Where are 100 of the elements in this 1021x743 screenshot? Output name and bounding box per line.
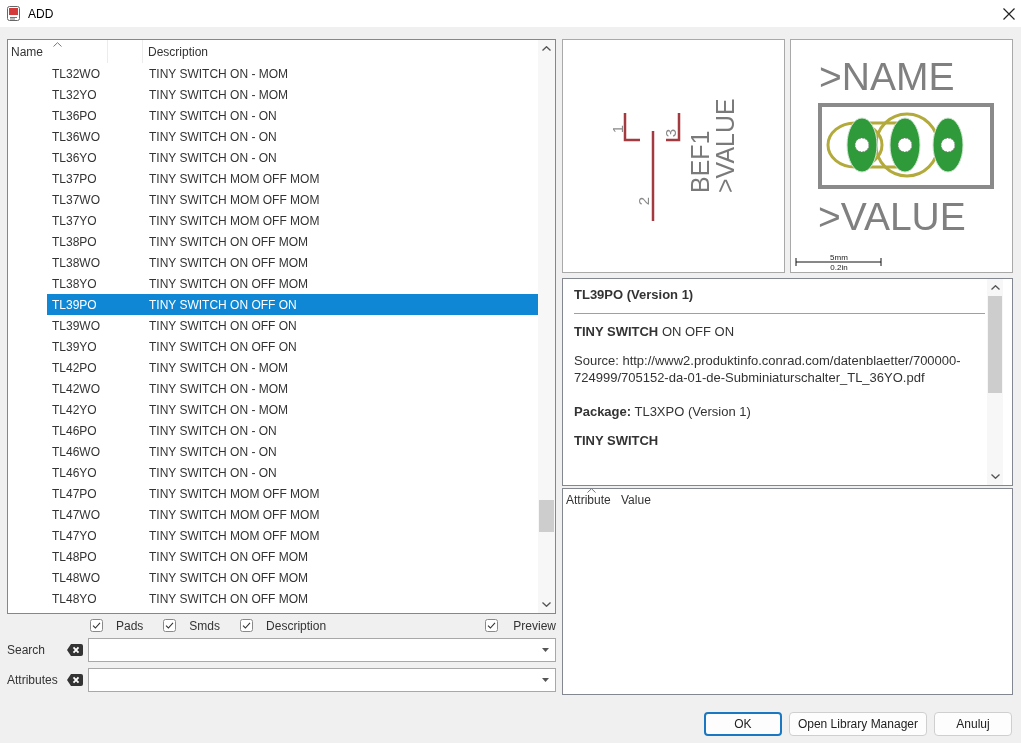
list-row[interactable]: TL38YO TINY SWITCH ON OFF MOM bbox=[47, 273, 538, 294]
part-name: TL38YO bbox=[51, 276, 98, 291]
part-name: TL38PO bbox=[51, 234, 98, 249]
scroll-up-icon[interactable] bbox=[990, 285, 1000, 290]
part-description: TINY SWITCH ON - ON bbox=[149, 129, 277, 144]
sort-caret-icon bbox=[587, 488, 596, 493]
part-name: TL46YO bbox=[51, 465, 98, 480]
part-name: TL47YO bbox=[51, 528, 98, 543]
list-row[interactable]: TL32YO TINY SWITCH ON - MOM bbox=[47, 84, 538, 105]
pin-number: 2 bbox=[635, 196, 652, 206]
list-row[interactable]: TL39YO TINY SWITCH ON OFF ON bbox=[47, 336, 538, 357]
value-label: >VALUE bbox=[818, 195, 966, 238]
scrollbar[interactable] bbox=[987, 279, 1003, 485]
list-row[interactable]: TL36YO TINY SWITCH ON - ON bbox=[47, 147, 538, 168]
part-description: TINY SWITCH MOM OFF MOM bbox=[149, 171, 320, 186]
list-row[interactable]: TL48YO TINY SWITCH ON OFF MOM bbox=[47, 588, 538, 609]
part-description: TINY SWITCH MOM OFF MOM bbox=[149, 528, 320, 543]
part-name: TL36PO bbox=[51, 108, 98, 123]
list-row[interactable]: TL46YO TINY SWITCH ON - ON bbox=[47, 462, 538, 483]
column-header[interactable]: Name bbox=[8, 40, 108, 63]
part-description: TINY SWITCH ON OFF MOM bbox=[149, 549, 309, 564]
pad bbox=[889, 117, 921, 173]
part-description: TINY SWITCH ON OFF MOM bbox=[149, 591, 309, 606]
search-field[interactable] bbox=[88, 638, 556, 662]
dialog-button[interactable]: Anuluj bbox=[934, 712, 1012, 736]
part-name: TL46PO bbox=[51, 423, 98, 438]
part-description: TINY SWITCH MOM OFF MOM bbox=[149, 213, 320, 228]
package-description: TINY SWITCH bbox=[574, 432, 660, 450]
pin-number: 3 bbox=[662, 128, 679, 138]
scale-label: 5mm bbox=[830, 253, 848, 262]
checkbox[interactable] bbox=[163, 619, 177, 632]
close-button[interactable] bbox=[1003, 7, 1015, 20]
part-name: TL39PO bbox=[51, 297, 98, 312]
list-row[interactable]: TL37YO TINY SWITCH MOM OFF MOM bbox=[47, 210, 538, 231]
part-description: TINY SWITCH ON - MOM bbox=[149, 360, 289, 375]
clear-icon[interactable] bbox=[67, 644, 83, 656]
list-row[interactable]: TL47YO TINY SWITCH MOM OFF MOM bbox=[47, 525, 538, 546]
checkbox[interactable] bbox=[485, 619, 499, 632]
pin-number: 1 bbox=[609, 124, 626, 134]
list-row[interactable]: TL38WO TINY SWITCH ON OFF MOM bbox=[47, 252, 538, 273]
part-name: TL48PO bbox=[51, 549, 98, 564]
part-name: TL39WO bbox=[51, 318, 101, 333]
list-row[interactable]: TL42PO TINY SWITCH ON - MOM bbox=[47, 357, 538, 378]
part-name: TL47PO bbox=[51, 486, 98, 501]
pin-line bbox=[623, 113, 640, 142]
checkbox[interactable] bbox=[90, 619, 103, 632]
list-row[interactable]: TL47WO TINY SWITCH MOM OFF MOM bbox=[47, 504, 538, 525]
name-label: >NAME bbox=[819, 55, 955, 98]
column-header[interactable]: Value bbox=[618, 489, 651, 511]
part-name: TL48YO bbox=[51, 591, 98, 606]
list-row[interactable]: TL47PO TINY SWITCH MOM OFF MOM bbox=[47, 483, 538, 504]
scroll-up-icon[interactable] bbox=[542, 46, 551, 51]
list-row[interactable]: TL37PO TINY SWITCH MOM OFF MOM bbox=[47, 168, 538, 189]
list-row[interactable]: TL42WO TINY SWITCH ON - MOM bbox=[47, 378, 538, 399]
sort-caret-icon bbox=[53, 42, 62, 47]
list-row[interactable]: TL39WO TINY SWITCH ON OFF ON bbox=[47, 315, 538, 336]
scroll-down-icon[interactable] bbox=[542, 602, 551, 607]
column-header[interactable]: Attribute bbox=[563, 489, 618, 511]
close-icon bbox=[1003, 7, 1015, 20]
dialog-button[interactable]: Open Library Manager bbox=[788, 712, 927, 736]
part-description: TINY SWITCH MOM OFF MOM bbox=[149, 192, 320, 207]
checkbox-label: Smds bbox=[189, 618, 221, 633]
part-name: TL48WO bbox=[51, 570, 101, 585]
part-description: TINY SWITCH ON - MOM bbox=[149, 381, 289, 396]
list-row[interactable]: TL37WO TINY SWITCH MOM OFF MOM bbox=[47, 189, 538, 210]
list-row[interactable]: TL32WO TINY SWITCH ON - MOM bbox=[47, 63, 538, 84]
part-name: TL32YO bbox=[51, 87, 98, 102]
scroll-thumb[interactable] bbox=[539, 500, 554, 532]
part-description: TINY SWITCH ON - ON bbox=[149, 444, 277, 459]
clear-icon[interactable] bbox=[67, 674, 83, 686]
part-description: TINY SWITCH ON - MOM bbox=[149, 87, 289, 102]
scrollbar[interactable] bbox=[538, 40, 555, 613]
list-row[interactable]: TL36PO TINY SWITCH ON - ON bbox=[47, 105, 538, 126]
scroll-down-icon[interactable] bbox=[990, 474, 1000, 479]
part-description: TINY SWITCH ON - ON bbox=[149, 423, 277, 438]
dialog-button[interactable]: OK bbox=[703, 712, 782, 736]
part-description: TINY SWITCH ON - MOM bbox=[149, 402, 289, 417]
list-row[interactable]: TL46PO TINY SWITCH ON - ON bbox=[47, 420, 538, 441]
scroll-thumb[interactable] bbox=[988, 296, 1002, 393]
device-title: TL39PO (Version 1) bbox=[574, 286, 695, 304]
part-description: TINY SWITCH ON OFF ON bbox=[149, 318, 297, 333]
part-name: TL46WO bbox=[51, 444, 101, 459]
list-row[interactable]: TL39PO TINY SWITCH ON OFF ON bbox=[47, 294, 538, 315]
part-description: TINY SWITCH ON OFF MOM bbox=[149, 276, 309, 291]
attributes-field[interactable] bbox=[88, 668, 556, 692]
part-description: TINY SWITCH ON - ON bbox=[149, 150, 277, 165]
part-name: TL42PO bbox=[51, 360, 98, 375]
list-row[interactable]: TL36WO TINY SWITCH ON - ON bbox=[47, 126, 538, 147]
list-row[interactable]: TL48PO TINY SWITCH ON OFF MOM bbox=[47, 546, 538, 567]
pad bbox=[932, 117, 964, 173]
list-row[interactable]: TL46WO TINY SWITCH ON - ON bbox=[47, 441, 538, 462]
list-row[interactable]: TL38PO TINY SWITCH ON OFF MOM bbox=[47, 231, 538, 252]
part-description: TINY SWITCH ON - MOM bbox=[149, 66, 289, 81]
part-name: TL37YO bbox=[51, 213, 98, 228]
part-description: TINY SWITCH MOM OFF MOM bbox=[149, 507, 320, 522]
list-row[interactable]: TL48WO TINY SWITCH ON OFF MOM bbox=[47, 567, 538, 588]
part-description: TINY SWITCH MOM OFF MOM bbox=[149, 486, 320, 501]
checkbox[interactable] bbox=[240, 619, 254, 632]
list-row[interactable]: TL42YO TINY SWITCH ON - MOM bbox=[47, 399, 538, 420]
column-header[interactable]: Description bbox=[143, 40, 209, 63]
